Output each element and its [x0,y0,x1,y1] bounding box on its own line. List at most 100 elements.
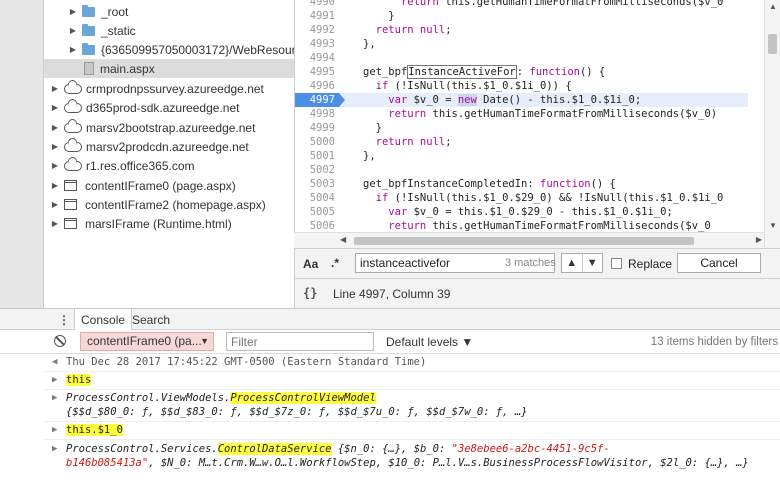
pretty-print-button[interactable]: {} [303,286,317,300]
context-selector[interactable]: contentIFrame0 (pa... ▼ [80,332,214,351]
code-text: if (!IsNull(this.$1_0.$29_0) && !IsNull(… [375,192,724,204]
code-line[interactable]: 4992 return null; [295,23,765,37]
tree-item-domain[interactable]: ▶ marsv2bootstrap.azureedge.net [50,118,256,137]
expand-arrow-icon[interactable]: ▶ [52,393,57,403]
replace-label: Replace [628,257,673,271]
line-number[interactable]: 4998 [295,107,339,121]
regex-toggle[interactable]: .* [331,256,339,270]
tree-item-domain[interactable]: ▶ r1.res.office365.com [50,156,195,175]
clear-console-icon[interactable] [54,335,66,347]
code-line[interactable]: 5002 [295,163,765,177]
code-line[interactable]: 4994 [295,51,765,65]
tree-item-webresource[interactable]: ▶ {636509957050003172}/WebResource [68,40,294,59]
expand-arrow-icon[interactable]: ▶ [50,219,60,228]
code-line[interactable]: 5003 get_bpfInstanceCompletedIn: function… [295,177,765,191]
tree-item-root[interactable]: ▶ _root [68,2,128,21]
scrollbar-thumb[interactable] [768,34,777,54]
breakpoint-line-number[interactable]: 4997 [295,93,345,107]
line-number[interactable]: 4996 [295,79,339,93]
match-case-toggle[interactable]: Aa [303,257,318,271]
result-string: "3e8ebee6-a2bc-4451-9c5f- [451,443,610,455]
code-line[interactable]: 4996 if (!IsNull(this.$1_0.$1i_0)) { [295,79,765,93]
horizontal-scrollbar[interactable]: ◀ ▶ [294,232,764,248]
line-number[interactable]: 5006 [295,219,339,233]
previous-match-button[interactable]: ▲ [562,254,582,272]
line-number[interactable]: 5002 [295,163,339,177]
expand-arrow-icon[interactable]: ▶ [50,123,60,132]
tree-item-domain[interactable]: ▶ crmprodnpssurvey.azureedge.net [50,79,264,98]
tree-item-domain[interactable]: ▶ d365prod-sdk.azureedge.net [50,98,240,117]
expand-arrow-icon[interactable]: ▶ [68,7,78,16]
code-line-current[interactable]: 4997 var $v_0 = new Date() - this.$1_0.$… [295,93,748,107]
expand-arrow-icon[interactable]: ▶ [68,26,78,35]
line-number[interactable]: 4992 [295,23,339,37]
scrollbar-thumb[interactable] [354,237,694,245]
code-line[interactable]: 4993}, [295,37,765,51]
filter-input[interactable] [226,332,374,351]
tree-item-frame[interactable]: ▶ marsIFrame (Runtime.html) [50,214,232,233]
line-number[interactable]: 4995 [295,65,339,79]
context-selector-label: contentIFrame0 (pa... [87,334,202,348]
console-result[interactable]: ▶ ProcessControl.Services.ControlDataSer… [44,440,780,474]
code-text: }, [363,150,376,162]
expand-arrow-icon[interactable]: ▶ [68,45,78,54]
scroll-right-icon[interactable]: ▶ [756,235,762,244]
tree-item-label: marsv2prodcdn.azureedge.net [86,139,249,154]
scroll-left-icon[interactable]: ◀ [340,235,346,244]
code-line[interactable]: 4990 return this.getHumanTimeFormatFromM… [295,0,765,9]
expand-arrow-icon[interactable]: ▶ [50,200,60,209]
cancel-button[interactable]: Cancel [677,253,761,273]
next-match-button[interactable]: ▼ [581,254,603,272]
scroll-down-icon[interactable]: ▼ [769,221,777,230]
console-result[interactable]: ▶ ProcessControl.ViewModels.ProcessContr… [44,390,780,422]
tree-item-domain[interactable]: ▶ marsv2prodcdn.azureedge.net [50,137,249,156]
code-line[interactable]: 5001}, [295,149,765,163]
expand-arrow-icon[interactable]: ▶ [50,181,60,190]
expand-arrow-icon[interactable]: ▶ [50,103,60,112]
code-line[interactable]: 5006 return this.getHumanTimeFormatFromM… [295,219,765,233]
tree-item-label: contentIFrame2 (homepage.aspx) [85,197,266,212]
tree-item-frame[interactable]: ▶ contentIFrame2 (homepage.aspx) [50,195,266,214]
code-line[interactable]: 5004 if (!IsNull(this.$1_0.$29_0) && !Is… [295,191,765,205]
tree-item-label: r1.res.office365.com [86,158,195,173]
replace-checkbox[interactable] [611,258,622,269]
code-line[interactable]: 5000 return null; [295,135,765,149]
code-line[interactable]: 4998 return this.getHumanTimeFormatFromM… [295,107,765,121]
line-number[interactable]: 5001 [295,149,339,163]
line-number[interactable]: 4999 [295,121,339,135]
code-line[interactable]: 4991 } [295,9,765,23]
code-line[interactable]: 5005 var $v_0 = this.$1_0.$29_0 - this.$… [295,205,765,219]
expand-arrow-icon[interactable]: ▶ [50,142,60,151]
console-command[interactable]: ▶ this [44,372,780,390]
expand-arrow-icon[interactable]: ▶ [52,444,57,454]
drawer-menu-icon[interactable]: ⋮ [58,313,70,327]
tree-item-main-aspx[interactable]: main.aspx [44,59,294,78]
console-command[interactable]: ▶ this.$1_0 [44,422,780,440]
line-number[interactable]: 5003 [295,177,339,191]
tab-search[interactable]: Search [126,309,176,331]
expand-arrow-icon[interactable]: ▶ [50,84,60,93]
tab-console[interactable]: Console [74,309,133,331]
line-number[interactable]: 5005 [295,205,339,219]
line-number[interactable]: 4991 [295,9,339,23]
code-line[interactable]: 4995 get_bpfInstanceActiveFor: function()… [295,65,765,79]
line-number[interactable]: 5004 [295,191,339,205]
code-text: var $v_0 = this.$1_0.$29_0 - this.$1_0.$… [388,206,673,218]
vertical-scrollbar[interactable]: ▲ ▼ [764,0,780,248]
cursor-position: Line 4997, Column 39 [333,287,451,301]
left-gutter [0,0,44,308]
tree-item-frame[interactable]: ▶ contentIFrame0 (page.aspx) [50,176,236,195]
line-number[interactable]: 4994 [295,51,339,65]
scroll-up-icon[interactable]: ▲ [769,2,777,11]
chevron-right-icon: ▶ [52,425,58,435]
code-line[interactable]: 4999 } [295,121,765,135]
log-levels-dropdown[interactable]: Default levels ▼ [386,335,473,349]
line-number[interactable]: 4993 [295,37,339,51]
chevron-left-icon: ◀ [52,357,58,367]
code-editor[interactable]: 4990 return this.getHumanTimeFormatFromM… [294,0,780,248]
line-number[interactable]: 5000 [295,135,339,149]
expand-arrow-icon[interactable]: ▶ [50,161,60,170]
tree-item-static[interactable]: ▶ _static [68,21,136,40]
line-number[interactable]: 4990 [295,0,339,9]
cloud-icon [64,141,82,152]
